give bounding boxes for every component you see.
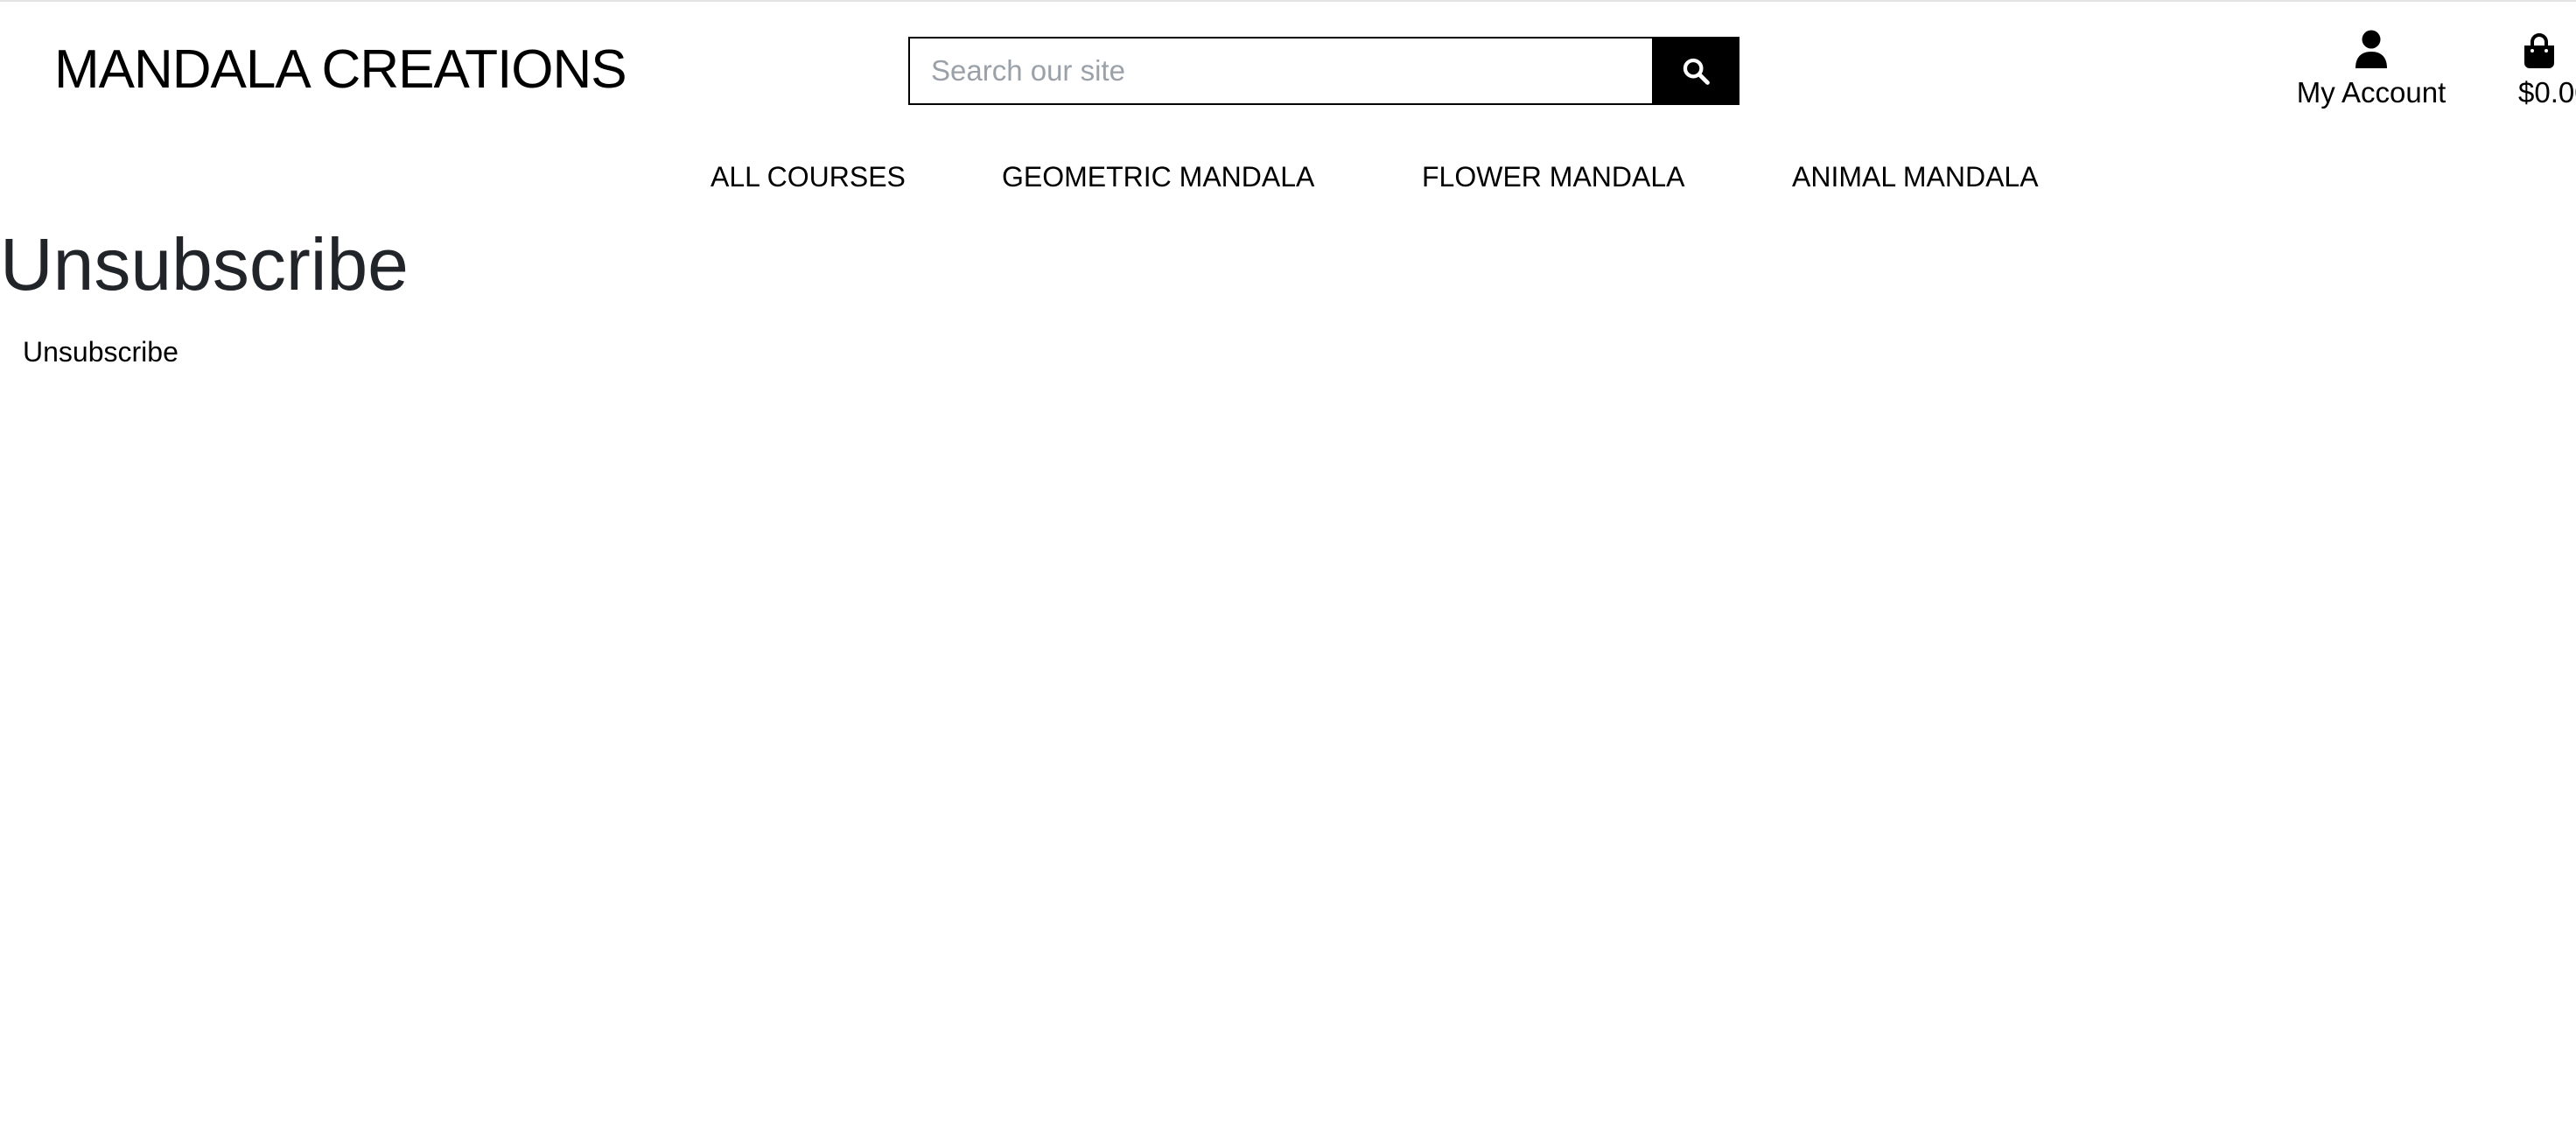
site-logo[interactable]: MANDALA CREATIONS <box>54 35 627 105</box>
cart-icon-wrap <box>2518 26 2576 68</box>
search-icon <box>1683 58 1710 85</box>
account-icon-wrap <box>2275 26 2468 68</box>
search-input[interactable] <box>908 37 1652 105</box>
user-icon <box>2356 30 2387 68</box>
my-account-label: My Account <box>2296 76 2446 109</box>
main-nav: ALL COURSES GEOMETRIC MANDALA FLOWER MAN… <box>0 156 2576 198</box>
top-border <box>0 0 2576 2</box>
nav-flower-mandala[interactable]: FLOWER MANDALA <box>1422 156 1684 198</box>
nav-animal-mandala[interactable]: ANIMAL MANDALA <box>1792 156 2039 198</box>
page: MANDALA CREATIONS My Account <box>0 0 2576 1129</box>
page-title: Unsubscribe <box>0 223 409 305</box>
cart-total: $0.00 <box>2518 76 2576 109</box>
page-text: Unsubscribe <box>23 336 178 368</box>
my-account-link[interactable]: My Account <box>2275 26 2468 114</box>
shopping-bag-icon <box>2524 33 2554 68</box>
cart-link[interactable]: $0.00 <box>2518 26 2576 114</box>
nav-geometric-mandala[interactable]: GEOMETRIC MANDALA <box>1002 156 1314 198</box>
search-form <box>908 37 1740 105</box>
nav-all-courses[interactable]: ALL COURSES <box>710 156 906 198</box>
search-button[interactable] <box>1652 37 1740 105</box>
